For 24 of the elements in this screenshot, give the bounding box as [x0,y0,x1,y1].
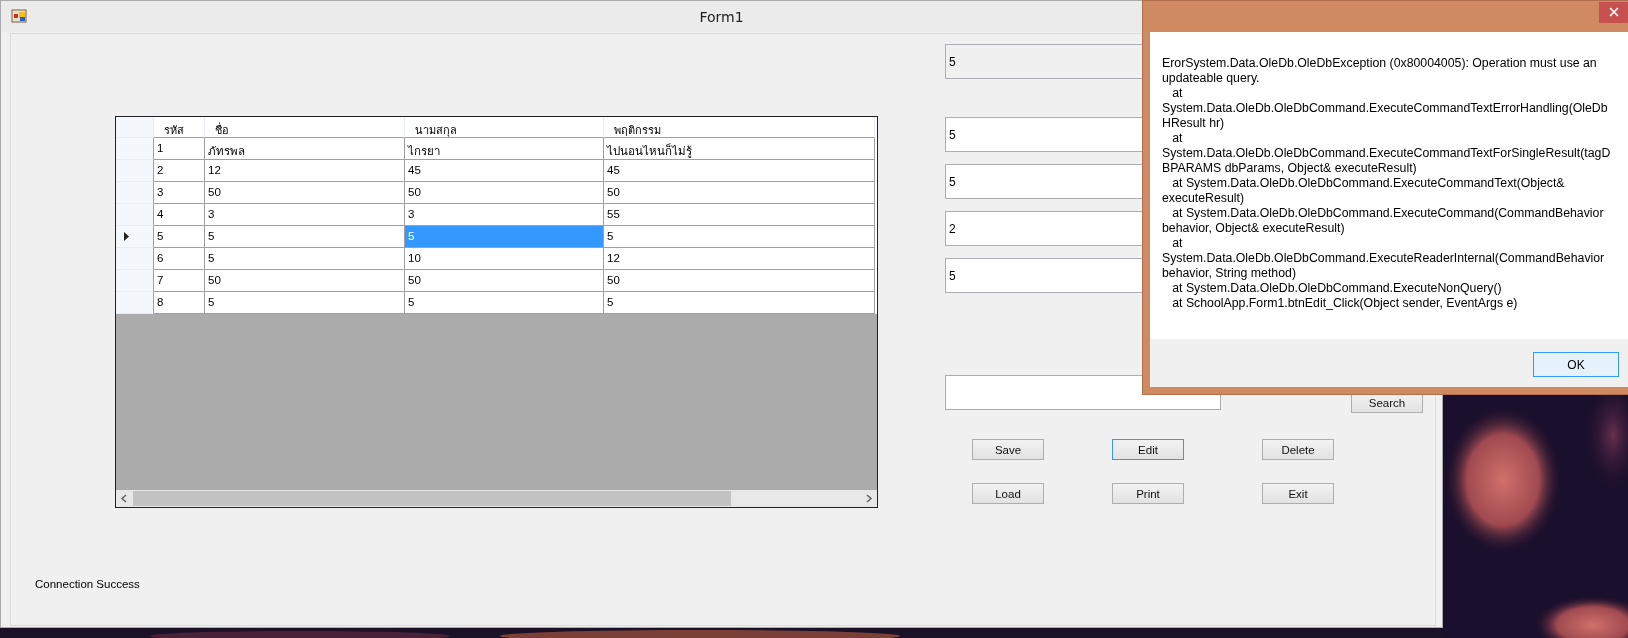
app-icon [11,8,27,24]
table-cell[interactable]: 5 [405,292,604,314]
action-button[interactable]: Delete [1262,439,1334,460]
column-header[interactable]: รหัส [154,117,205,138]
action-button[interactable]: Save [972,439,1044,460]
table-cell[interactable]: 5 [205,292,405,314]
action-button[interactable]: Exit [1262,483,1334,504]
table-cell[interactable]: 8 [154,292,205,314]
action-button[interactable]: Load [972,483,1044,504]
column-header[interactable]: ชื่อ [205,117,405,138]
close-icon[interactable] [1599,2,1628,23]
ok-button[interactable]: OK [1533,352,1619,377]
column-header[interactable]: พฤติกรรม [604,117,875,138]
row-header [116,117,154,138]
action-button[interactable]: Edit [1112,439,1184,460]
window-title: Form1 [699,8,744,25]
status-label: Connection Success [35,578,140,590]
column-header[interactable]: นามสกุล [405,117,604,138]
action-button[interactable]: Print [1112,483,1184,504]
horizontal-scrollbar[interactable] [116,490,877,507]
row-header[interactable] [116,226,154,248]
scroll-thumb[interactable] [133,491,731,506]
current-row-icon [124,232,129,241]
table-cell[interactable]: 5 [604,292,875,314]
